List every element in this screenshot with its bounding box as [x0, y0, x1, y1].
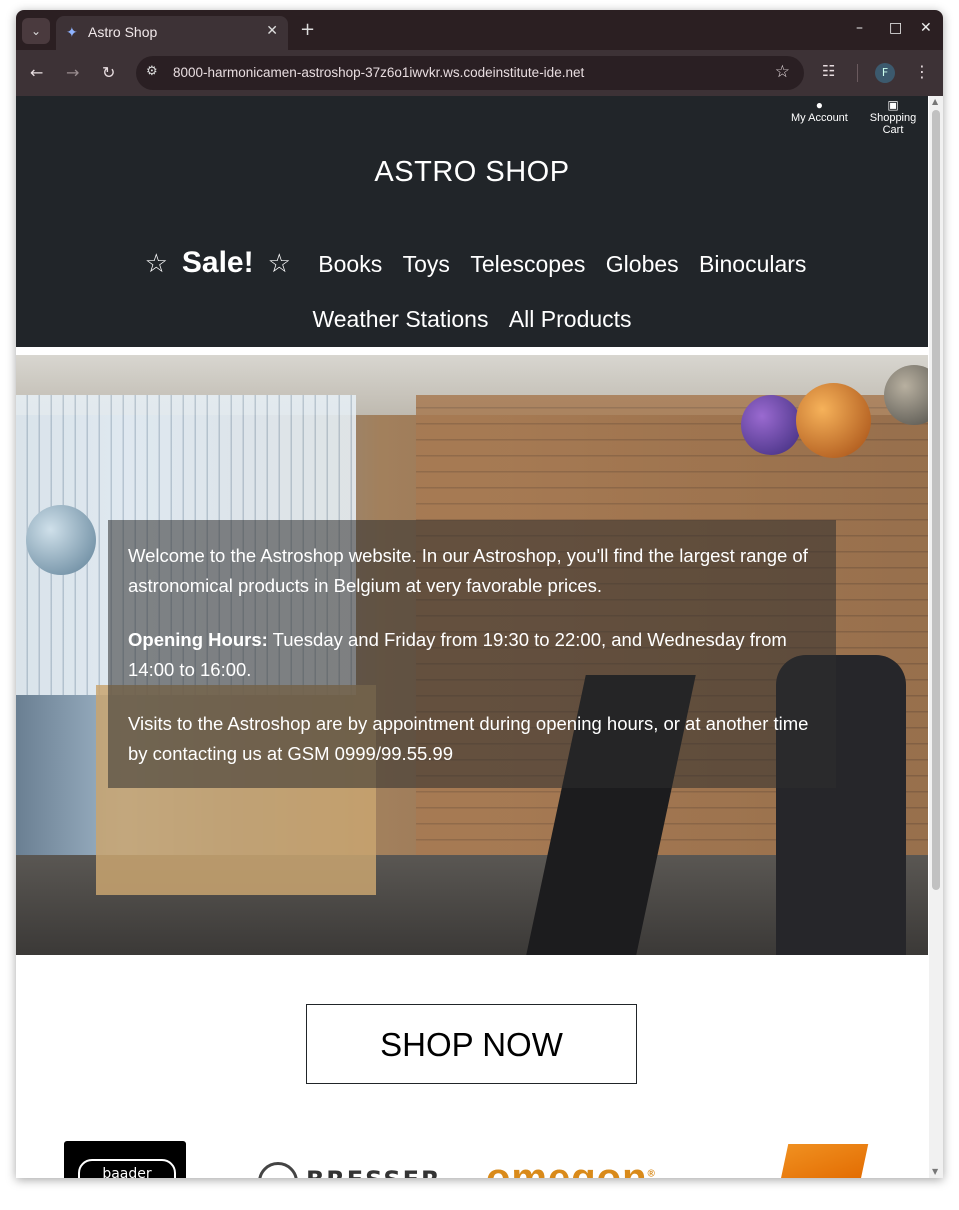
- star-outline-icon: ☆: [267, 248, 291, 278]
- brand-logo-bresser[interactable]: BRESSER: [258, 1162, 453, 1178]
- address-bar[interactable]: ⚙ 8000-harmonicamen-astroshop-37z6o1iwvk…: [136, 56, 804, 90]
- opening-hours-text: Opening Hours: Tuesday and Friday from 1…: [128, 625, 823, 685]
- profile-avatar[interactable]: F: [875, 63, 895, 83]
- brand-logo-omegon[interactable]: omegon®: [486, 1156, 656, 1178]
- nav-toys[interactable]: Toys: [403, 251, 450, 277]
- browser-window: ⌄ ✦ Astro Shop ✕ + – □ ✕ ← → ↻ ⚙ 8000-ha…: [16, 10, 943, 1178]
- bookmark-star-icon[interactable]: ☆: [775, 62, 790, 82]
- hero-banner: Welcome to the Astroshop website. In our…: [16, 355, 928, 955]
- site-info-icon[interactable]: ⚙: [146, 64, 158, 79]
- telescope-favicon-icon: ✦: [66, 25, 78, 41]
- close-window-icon[interactable]: ✕: [920, 20, 932, 36]
- main-nav-row-1: ☆ Sale! ☆ Books Toys Telescopes Globes Bin…: [16, 246, 928, 280]
- brand-baader-label: baader: [78, 1159, 176, 1178]
- hero-globe: [796, 383, 871, 458]
- opening-hours-label: Opening Hours:: [128, 629, 268, 650]
- shopping-cart-label: Shopping Cart: [869, 112, 917, 136]
- url-text[interactable]: 8000-harmonicamen-astroshop-37z6o1iwvkr.…: [173, 65, 584, 80]
- scroll-up-icon[interactable]: ▲: [932, 97, 938, 106]
- maximize-icon[interactable]: □: [889, 20, 902, 36]
- main-nav-row-2: Weather Stations All Products: [16, 306, 928, 333]
- nav-binoculars[interactable]: Binoculars: [699, 251, 806, 277]
- bresser-emblem: [258, 1162, 298, 1178]
- brand-logo-baader[interactable]: baader: [64, 1141, 186, 1178]
- site-header: ● My Account ▣ Shopping Cart ASTRO SHOP …: [16, 96, 928, 347]
- browser-toolbar: ← → ↻ ⚙ 8000-harmonicamen-astroshop-37z6…: [16, 50, 943, 96]
- scroll-down-icon[interactable]: ▼: [932, 1167, 938, 1176]
- minimize-icon[interactable]: –: [856, 20, 863, 36]
- site-logo[interactable]: ASTRO SHOP: [16, 156, 928, 189]
- hero-globe: [741, 395, 801, 455]
- plus-icon[interactable]: +: [300, 19, 315, 40]
- shopping-cart-link[interactable]: ▣ Shopping Cart: [858, 98, 928, 136]
- my-account-link[interactable]: ● My Account: [791, 98, 848, 124]
- nav-sale[interactable]: ☆ Sale! ☆: [138, 246, 298, 279]
- cart-icon: ▣: [887, 98, 899, 112]
- page-viewport: ● My Account ▣ Shopping Cart ASTRO SHOP …: [16, 96, 943, 1178]
- nav-globes[interactable]: Globes: [606, 251, 679, 277]
- nav-books[interactable]: Books: [318, 251, 382, 277]
- chevron-down-icon[interactable]: ⌄: [22, 18, 50, 44]
- user-icon: ●: [815, 98, 824, 112]
- nav-weather-stations[interactable]: Weather Stations: [312, 306, 488, 332]
- hero-info-box: Welcome to the Astroshop website. In our…: [108, 520, 836, 788]
- tab-strip: ⌄ ✦ Astro Shop ✕ + – □ ✕: [16, 10, 943, 50]
- page-scrollbar[interactable]: ▲ ▼: [929, 96, 943, 1178]
- scroll-thumb[interactable]: [932, 110, 940, 890]
- brand-bresser-label: BRESSER: [306, 1166, 442, 1178]
- hero-globe: [26, 505, 96, 575]
- forward-icon[interactable]: →: [66, 63, 79, 82]
- brand-logo-ts[interactable]: [779, 1144, 869, 1178]
- extensions-icon[interactable]: ☷: [822, 62, 835, 80]
- star-outline-icon: ☆: [144, 248, 168, 278]
- welcome-text: Welcome to the Astroshop website. In our…: [128, 545, 808, 596]
- nav-sale-label: Sale!: [181, 246, 254, 279]
- toolbar-divider: [857, 64, 858, 82]
- close-icon[interactable]: ✕: [266, 23, 278, 39]
- nav-telescopes[interactable]: Telescopes: [470, 251, 585, 277]
- nav-all-products[interactable]: All Products: [509, 306, 632, 332]
- registered-mark: ®: [647, 1168, 656, 1178]
- back-icon[interactable]: ←: [30, 63, 43, 82]
- brand-omegon-label: omegon: [486, 1156, 648, 1178]
- tab-title: Astro Shop: [88, 24, 158, 40]
- kebab-menu-icon[interactable]: ⋮: [914, 62, 930, 81]
- my-account-label: My Account: [791, 112, 848, 124]
- tab-astro-shop[interactable]: ✦ Astro Shop ✕: [56, 16, 288, 50]
- visits-text: Visits to the Astroshop are by appointme…: [128, 713, 809, 764]
- shop-now-button[interactable]: SHOP NOW: [306, 1004, 637, 1084]
- reload-icon[interactable]: ↻: [102, 63, 115, 82]
